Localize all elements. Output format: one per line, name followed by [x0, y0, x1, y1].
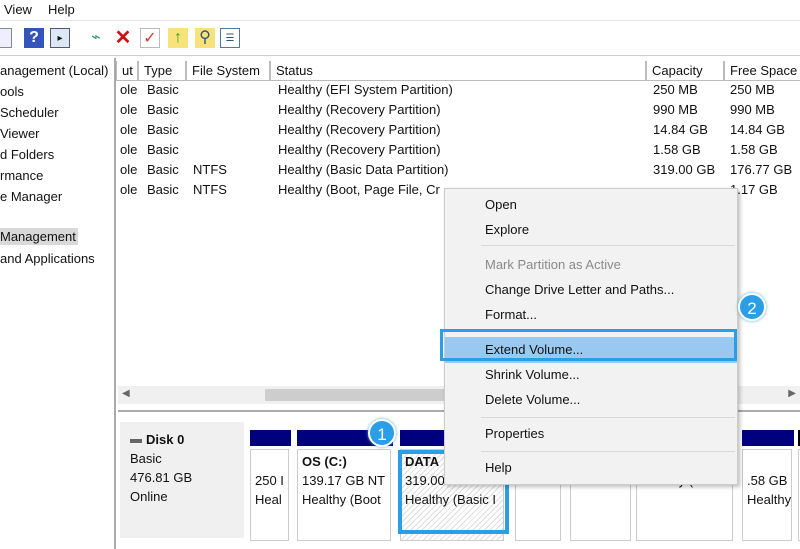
table-cell[interactable]: Healthy (Recovery Partition) [278, 102, 441, 117]
tree-item[interactable]: d Folders [0, 147, 54, 162]
table-cell[interactable]: 990 MB [730, 102, 775, 117]
extend-volume-highlight [440, 329, 737, 361]
table-cell[interactable]: 319.00 GB [653, 162, 715, 177]
disk-info[interactable]: Disk 0 Basic 476.81 GB Online [120, 422, 244, 538]
partition-line1: .58 GB [747, 473, 788, 488]
menu-separator [481, 245, 735, 246]
column-status[interactable]: Status [270, 61, 646, 81]
callout-1: 1 [368, 419, 396, 447]
table-cell[interactable]: Healthy (Recovery Partition) [278, 122, 441, 137]
disk-size: 476.81 GB [130, 470, 193, 485]
table-cell[interactable]: 250 MB [653, 82, 698, 97]
partition-bar [742, 430, 794, 446]
scrollbar-thumb[interactable] [265, 389, 455, 401]
action-pane-icon[interactable]: ▸ [50, 28, 70, 48]
menu-item-format[interactable]: Format... [485, 307, 537, 322]
partition[interactable]: OS (C:) 139.17 GB NT Healthy (Boot [297, 449, 391, 541]
callout-2: 2 [738, 293, 766, 321]
partition-line2: Healthy (Boot [302, 492, 381, 507]
menu-item-explore[interactable]: Explore [485, 222, 529, 237]
disk-name: Disk 0 [146, 432, 185, 447]
table-cell[interactable]: 176.77 GB [730, 162, 792, 177]
table-cell[interactable]: ole [120, 122, 137, 137]
menu-help[interactable]: Help [48, 2, 75, 17]
import-icon[interactable]: ↑ [168, 28, 188, 48]
properties-icon[interactable]: ✓ [140, 28, 160, 48]
menu-bar: View Help [0, 0, 800, 21]
partition-title: OS (C:) [302, 454, 347, 469]
partition-line2: Healthy [747, 492, 792, 507]
menu-item-change-drive-letter-and-paths[interactable]: Change Drive Letter and Paths... [485, 282, 674, 297]
table-cell[interactable]: 1.58 GB [730, 142, 778, 157]
table-cell[interactable]: Healthy (Recovery Partition) [278, 142, 441, 157]
tree-item[interactable]: rmance [0, 168, 43, 183]
column-capacity[interactable]: Capacity [646, 61, 724, 81]
table-cell[interactable]: Basic [147, 162, 179, 177]
table-cell[interactable]: Basic [147, 82, 179, 97]
scroll-right-icon[interactable]: ▶ [788, 388, 796, 399]
search-icon[interactable]: ⚲ [195, 28, 215, 48]
menu-separator [481, 451, 735, 452]
table-cell[interactable]: 990 MB [653, 102, 698, 117]
disk-type: Basic [130, 451, 162, 466]
table-cell[interactable]: ole [120, 142, 137, 157]
table-cell[interactable]: Basic [147, 182, 179, 197]
tree-item[interactable]: ools [0, 84, 24, 99]
column-type[interactable]: Type [138, 61, 186, 81]
table-cell[interactable]: NTFS [193, 162, 227, 177]
connect-icon[interactable]: ⌁ [86, 28, 106, 48]
tree-item[interactable]: anagement (Local) [0, 63, 108, 78]
scroll-left-icon[interactable]: ◀ [122, 388, 130, 399]
column-file-system[interactable]: File System [186, 61, 270, 81]
console-tree-icon[interactable] [0, 28, 12, 48]
table-cell[interactable]: Basic [147, 142, 179, 157]
menu-item-help[interactable]: Help [485, 460, 512, 475]
delete-icon[interactable]: ✕ [113, 28, 133, 48]
partition-line1: 139.17 GB NT [302, 473, 386, 488]
menu-item-properties[interactable]: Properties [485, 426, 544, 441]
column-free-space[interactable]: Free Space [724, 61, 800, 81]
console-tree: anagement (Local) ools Scheduler Viewer … [0, 58, 116, 549]
partition-title [255, 452, 284, 471]
tree-item[interactable]: and Applications [0, 251, 95, 266]
column-layout[interactable]: ut [116, 61, 138, 81]
partition[interactable]: 250 I Heal [250, 449, 289, 541]
tree-item[interactable]: e Manager [0, 189, 62, 204]
table-cell[interactable]: 1.58 GB [653, 142, 701, 157]
table-cell[interactable]: Healthy (Boot, Page File, Cr [278, 182, 440, 197]
table-cell[interactable]: ole [120, 102, 137, 117]
table-cell[interactable]: ole [120, 162, 137, 177]
toolbar: ? ▸ ⌁ ✕ ✓ ↑ ⚲ ☰ [0, 22, 800, 56]
table-cell[interactable]: ole [120, 182, 137, 197]
table-cell[interactable]: Healthy (EFI System Partition) [278, 82, 453, 97]
disk-status: Online [130, 489, 168, 504]
table-cell[interactable]: 14.84 GB [653, 122, 708, 137]
menu-separator [481, 417, 735, 418]
table-cell[interactable]: Basic [147, 122, 179, 137]
tree-item[interactable]: Scheduler [0, 105, 59, 120]
tree-item-disk-management[interactable]: Management [0, 228, 78, 245]
menu-item-shrink-volume[interactable]: Shrink Volume... [485, 367, 580, 382]
table-cell[interactable]: 14.84 GB [730, 122, 785, 137]
disk-icon [130, 438, 142, 443]
partition-title [747, 452, 787, 471]
menu-view[interactable]: View [4, 2, 32, 17]
table-cell[interactable]: ole [120, 82, 137, 97]
partition[interactable]: .58 GB Healthy [742, 449, 792, 541]
table-cell[interactable]: NTFS [193, 182, 227, 197]
table-cell[interactable]: Healthy (Basic Data Partition) [278, 162, 449, 177]
table-cell[interactable]: Basic [147, 102, 179, 117]
partition-line1: 250 I [255, 473, 284, 488]
list-icon[interactable]: ☰ [220, 28, 240, 48]
table-cell[interactable]: 250 MB [730, 82, 775, 97]
tree-item[interactable]: Viewer [0, 126, 40, 141]
help-icon[interactable]: ? [24, 28, 44, 48]
partition-bar [250, 430, 291, 446]
menu-item-open[interactable]: Open [485, 197, 517, 212]
menu-item-mark-partition-as-active: Mark Partition as Active [485, 257, 621, 272]
partition-line2: Heal [255, 492, 282, 507]
menu-item-delete-volume[interactable]: Delete Volume... [485, 392, 580, 407]
